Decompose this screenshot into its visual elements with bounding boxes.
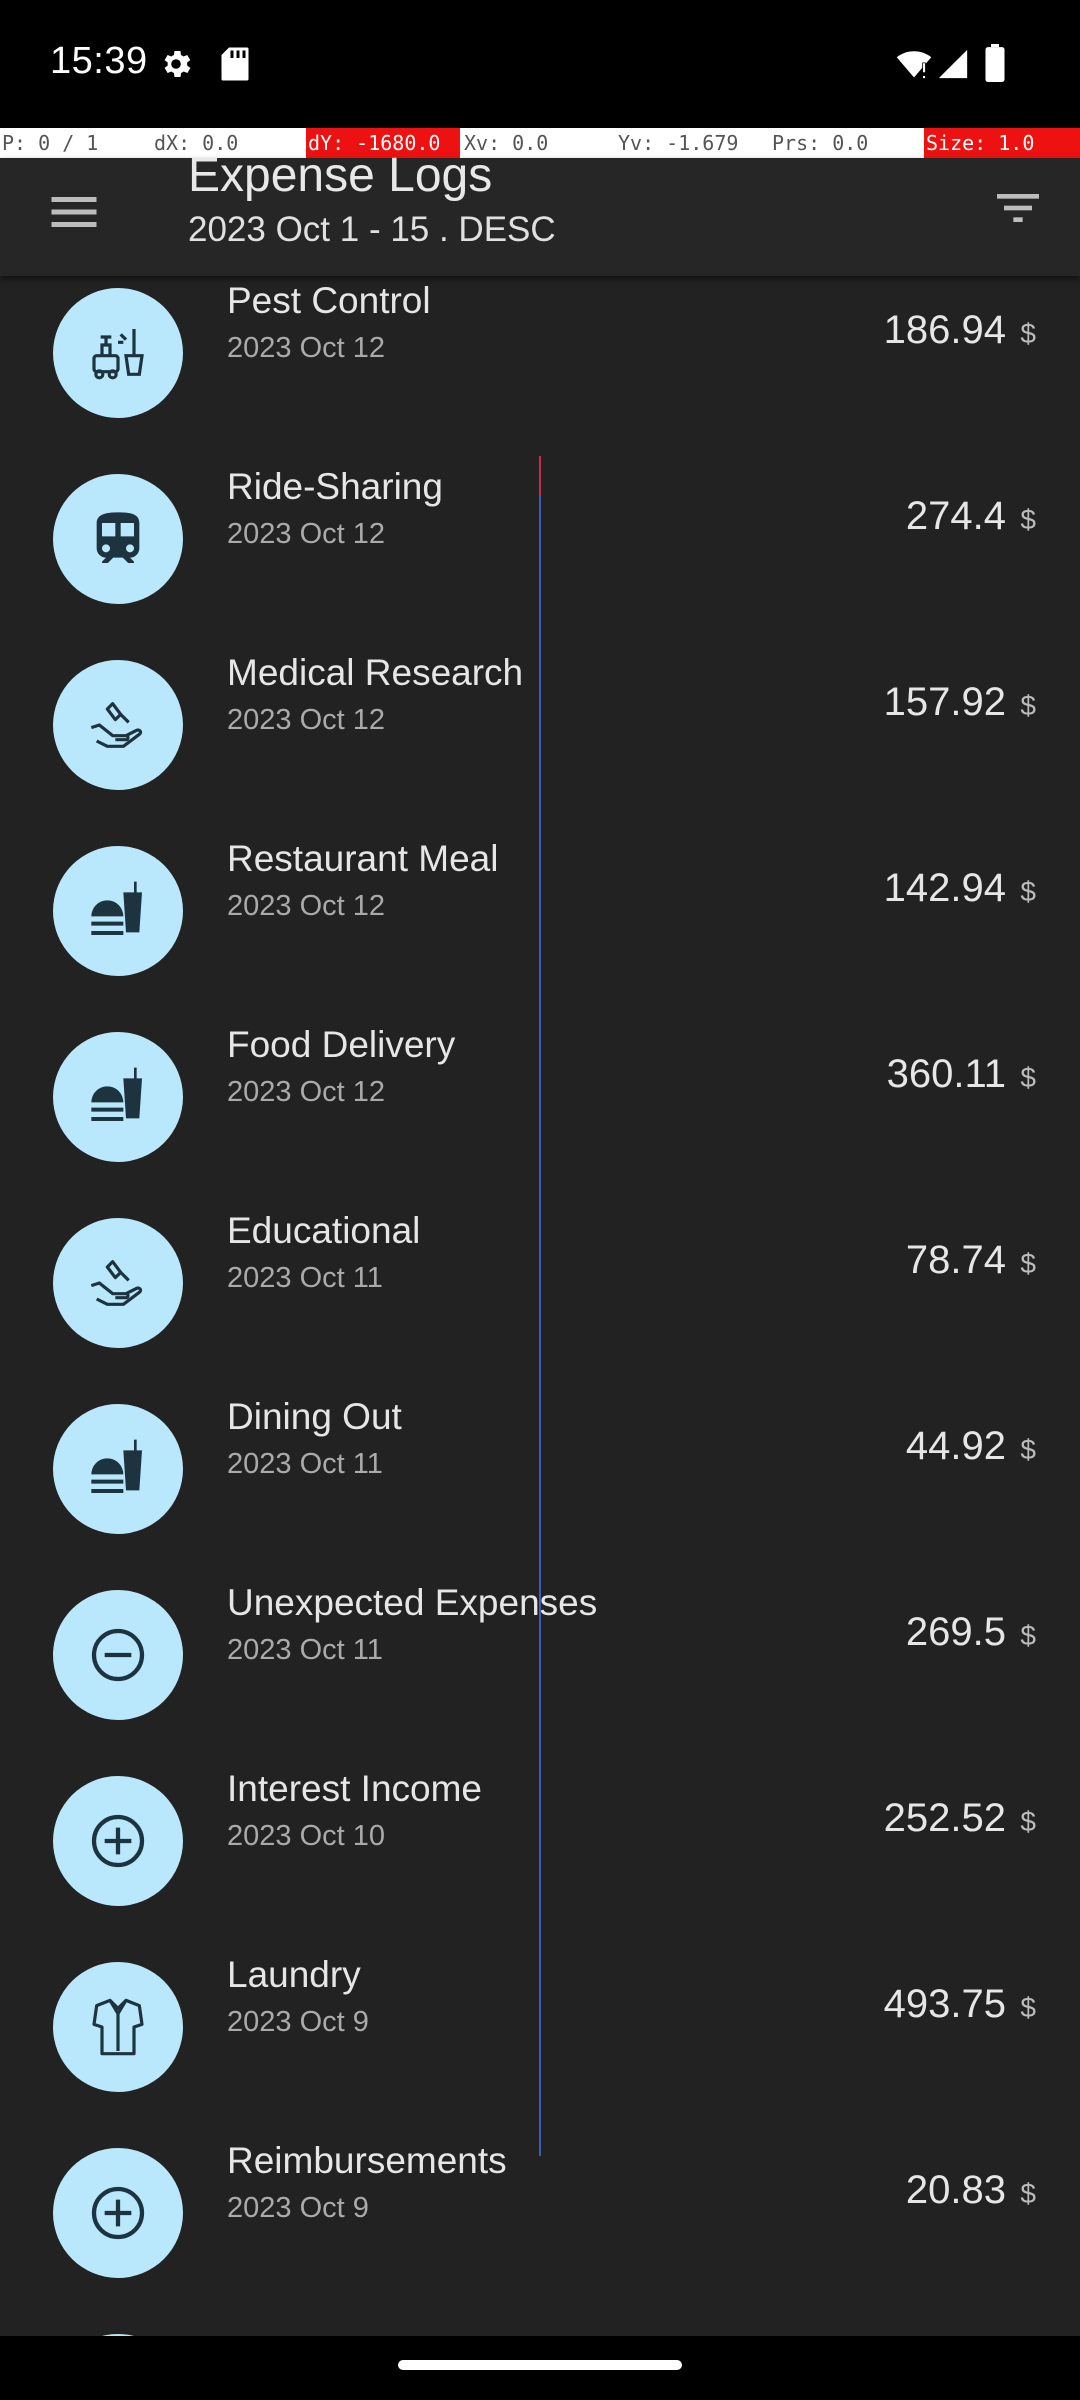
expense-currency: $ [1020, 690, 1036, 721]
expense-currency: $ [1020, 504, 1036, 535]
expense-date: 2023 Oct 9 [227, 2192, 369, 2224]
expense-title: Dining Out [227, 1396, 402, 1437]
expense-date: 2023 Oct 11 [227, 1262, 383, 1294]
expense-date: 2023 Oct 12 [227, 518, 385, 550]
home-gesture-handle[interactable] [398, 2360, 682, 2370]
expense-title: Food Delivery [227, 1024, 456, 1065]
expense-title: Educational [227, 1210, 421, 1251]
debug-size: Size: 1.0 [924, 128, 1080, 158]
expense-currency: $ [1020, 876, 1036, 907]
filter-icon[interactable] [990, 180, 1046, 236]
expense-title: Laundry [227, 1954, 361, 1995]
expense-row[interactable]: Pest Control 2023 Oct 12 186.94 $ [0, 276, 1080, 452]
expense-title: Restaurant Meal [227, 838, 499, 879]
expense-title: Interest Income [227, 1768, 483, 1809]
shirt-icon [53, 1962, 183, 2092]
plus-circle-icon [53, 2148, 183, 2278]
debug-yv: Yv: -1.679 [618, 131, 739, 155]
expense-amount: 252.52 [883, 1796, 1006, 1840]
hand-coin-icon [53, 660, 183, 790]
expense-amount: 78.74 [905, 1238, 1006, 1282]
screen: 15:39 P: 0 / 1 dX: 0.0 dY: -1680.0 Xv: 0… [0, 0, 1080, 2400]
debug-touch-trace-start [539, 456, 541, 496]
expense-row[interactable] [0, 2312, 1080, 2336]
debug-pointer-overlay: P: 0 / 1 dX: 0.0 dY: -1680.0 Xv: 0.0 Yv:… [0, 128, 1080, 158]
expense-title: Ride-Sharing [227, 466, 443, 507]
settings-gear-icon [164, 50, 191, 78]
expense-amount: 493.75 [883, 1982, 1006, 2026]
expense-amount: 142.94 [883, 866, 1006, 910]
expense-title: Pest Control [227, 280, 431, 321]
pest-control-icon [53, 288, 183, 418]
hand-coin-icon [53, 1218, 183, 1348]
expense-amount: 274.4 [905, 494, 1006, 538]
expense-currency: $ [1020, 1620, 1036, 1651]
expense-title: Unexpected Expenses [227, 1582, 598, 1623]
expense-amount: 186.94 [883, 308, 1006, 352]
status-bar: 15:39 [0, 0, 1080, 128]
fastfood-icon [53, 846, 183, 976]
expense-date: 2023 Oct 12 [227, 890, 385, 922]
expense-title: Reimbursements [227, 2140, 507, 2181]
expense-amount: 157.92 [883, 680, 1006, 724]
expense-date: 2023 Oct 10 [227, 1820, 385, 1852]
fastfood-icon [53, 1404, 183, 1534]
minus-circle-icon [53, 1590, 183, 1720]
expense-date: 2023 Oct 9 [227, 2006, 369, 2038]
expense-title: Medical Research [227, 652, 524, 693]
navigation-bar [0, 2336, 1080, 2400]
expense-currency: $ [1020, 1992, 1036, 2023]
page-title: Expense Logs [188, 149, 493, 202]
expense-currency: $ [1020, 1434, 1036, 1465]
expense-amount: 20.83 [905, 2168, 1006, 2212]
expense-date: 2023 Oct 12 [227, 704, 385, 736]
status-time: 15:39 [50, 40, 148, 82]
expense-amount: 44.92 [905, 1424, 1006, 1468]
expense-currency: $ [1020, 1806, 1036, 1837]
fastfood-icon [53, 1032, 183, 1162]
expense-currency: $ [1020, 1248, 1036, 1279]
app-header: Expense Logs 2023 Oct 1 - 15 . DESC [0, 149, 1080, 276]
expense-date: 2023 Oct 12 [227, 1076, 385, 1108]
sd-card-icon [221, 47, 249, 81]
hamburger-menu-icon[interactable] [44, 182, 104, 242]
debug-prs: Prs: 0.0 [772, 131, 869, 155]
expense-date: 2023 Oct 12 [227, 332, 385, 364]
plus-circle-icon [53, 1776, 183, 1906]
expense-date: 2023 Oct 11 [227, 1634, 383, 1666]
expense-date: 2023 Oct 11 [227, 1448, 383, 1480]
debug-touch-trace [539, 456, 541, 2156]
cell-signal-icon [938, 49, 968, 79]
expense-currency: $ [1020, 1062, 1036, 1093]
expense-currency: $ [1020, 318, 1036, 349]
expense-amount: 360.11 [886, 1052, 1006, 1096]
expense-amount: 269.5 [905, 1610, 1006, 1654]
battery-icon [985, 44, 1005, 82]
wifi-icon [896, 51, 932, 79]
date-range-subtitle: 2023 Oct 1 - 15 . DESC [188, 210, 556, 249]
debug-pointer: P: 0 / 1 [2, 131, 99, 155]
expense-currency: $ [1020, 2178, 1036, 2209]
train-icon [53, 474, 183, 604]
